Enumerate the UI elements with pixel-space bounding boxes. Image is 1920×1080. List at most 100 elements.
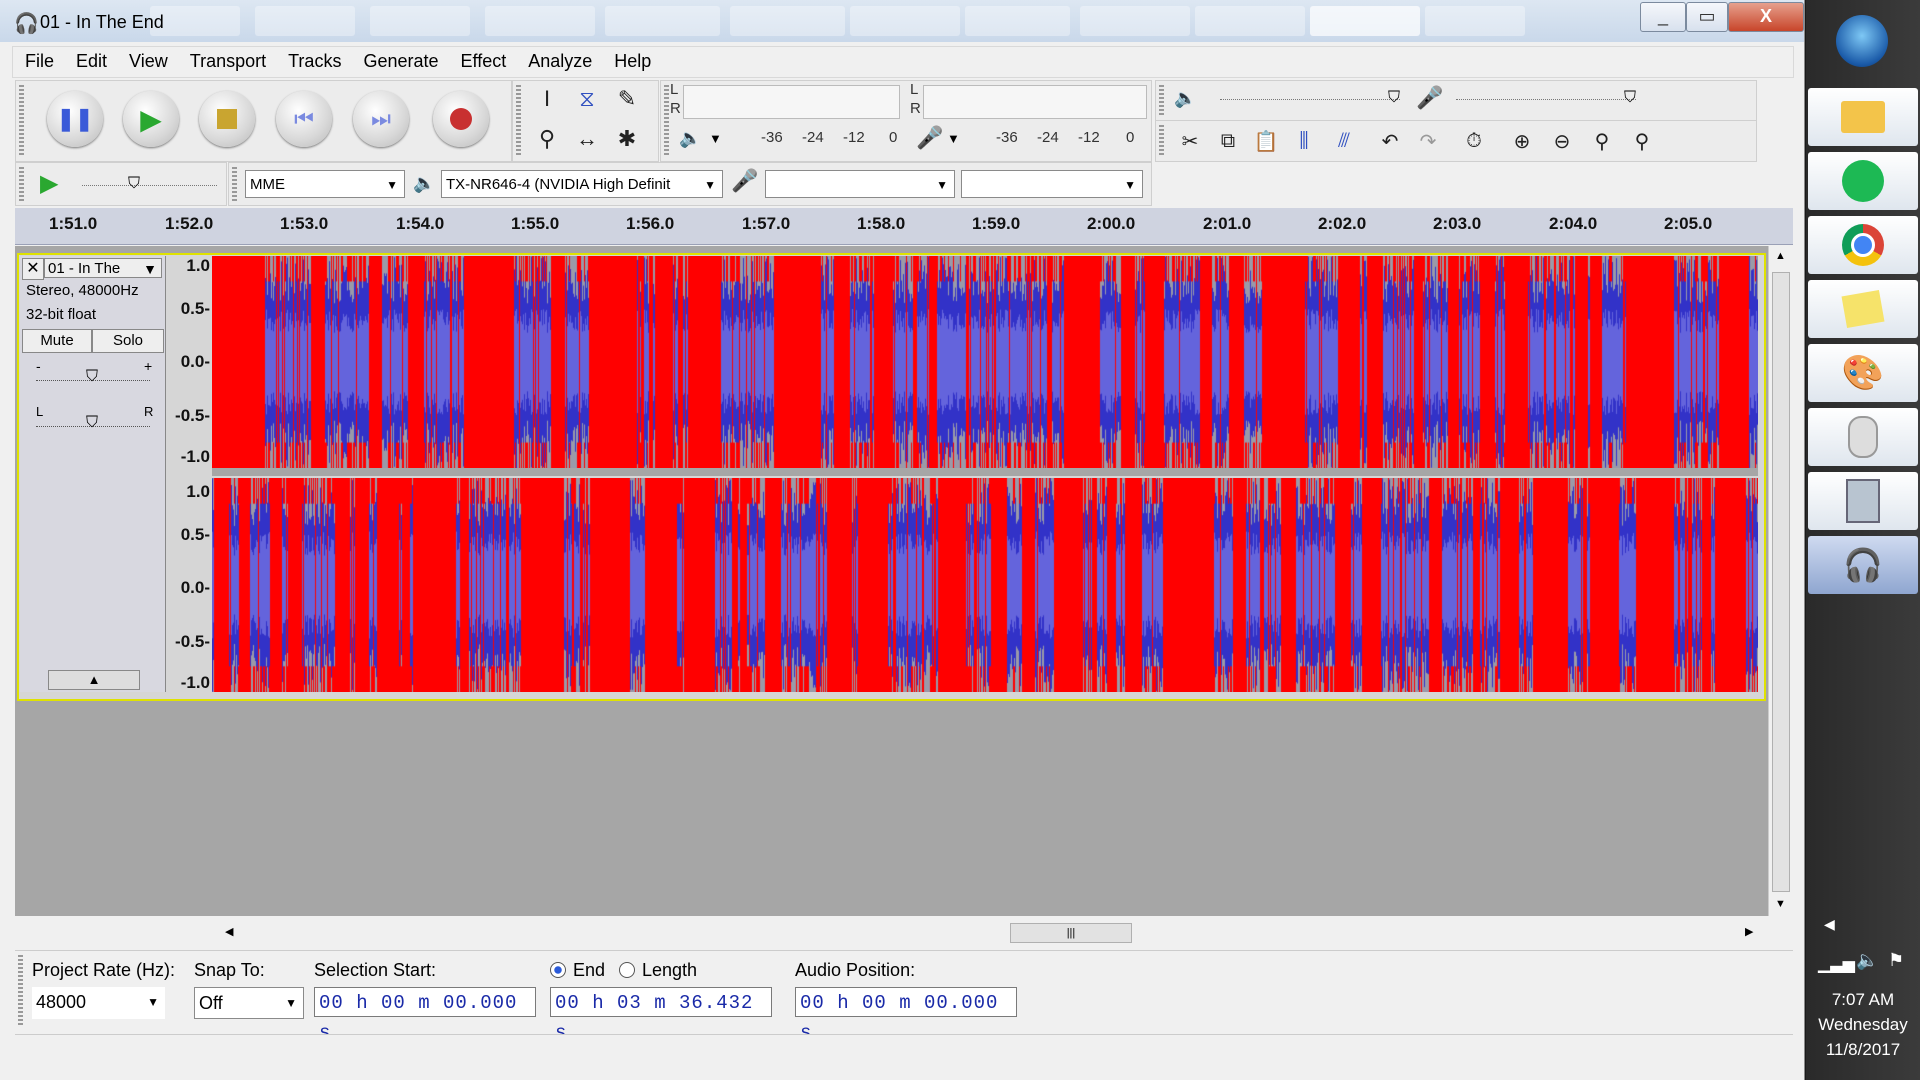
menu-help[interactable]: Help: [602, 47, 661, 72]
trim-icon[interactable]: ⫼: [1288, 125, 1320, 157]
paint-icon[interactable]: 🎨: [1808, 344, 1918, 402]
sticky-notes-icon[interactable]: [1808, 280, 1918, 338]
network-icon[interactable]: ▁▃▅: [1818, 954, 1855, 974]
length-radio[interactable]: [619, 962, 635, 978]
ruler-tick-label: 2:02.0: [1318, 214, 1367, 233]
cut-icon[interactable]: ✂: [1174, 125, 1206, 157]
solo-button[interactable]: Solo: [92, 329, 164, 353]
input-slider-thumb[interactable]: ⛉: [1624, 89, 1636, 107]
silence-icon[interactable]: ⫻: [1328, 125, 1360, 157]
zoom-out-icon[interactable]: ⊖: [1546, 125, 1578, 157]
stop-button[interactable]: [199, 91, 255, 147]
clock-day[interactable]: Wednesday: [1806, 1015, 1920, 1035]
menu-transport[interactable]: Transport: [178, 47, 276, 72]
pan-slider-thumb[interactable]: ⛉: [86, 414, 98, 432]
end-radio[interactable]: [550, 962, 566, 978]
start-orb-icon[interactable]: [1836, 15, 1888, 67]
mute-button[interactable]: Mute: [22, 329, 92, 353]
zoom-in-icon[interactable]: ⊕: [1506, 125, 1538, 157]
play-icon: ▶: [140, 103, 162, 135]
vertical-scroll-thumb[interactable]: [1772, 272, 1790, 892]
input-device-select[interactable]: ▼: [765, 170, 955, 198]
input-channels-select[interactable]: ▼: [961, 170, 1143, 198]
audio-position-field[interactable]: 00 h 00 m 00.000 s: [795, 987, 1017, 1044]
file-explorer-icon[interactable]: [1808, 88, 1918, 146]
undo-icon[interactable]: ↶: [1374, 125, 1406, 157]
multi-tool-icon[interactable]: ✱: [611, 123, 643, 155]
collapse-track-button[interactable]: ▲: [48, 670, 140, 690]
timeshift-tool-icon[interactable]: ↔: [571, 123, 603, 155]
track-close-button[interactable]: ✕: [22, 258, 44, 280]
mouse-icon[interactable]: [1808, 408, 1918, 466]
speed-slider-thumb[interactable]: ⛉: [128, 175, 140, 193]
menu-file[interactable]: File: [13, 47, 64, 72]
clock-date[interactable]: 11/8/2017: [1806, 1040, 1920, 1060]
vertical-scrollbar[interactable]: ▲ ▼: [1768, 246, 1793, 916]
playback-meter-dropdown-icon[interactable]: ▼: [709, 131, 722, 146]
menu-tracks[interactable]: Tracks: [276, 47, 351, 72]
microphone-icon[interactable]: 🎤: [916, 125, 943, 151]
record-button[interactable]: [433, 91, 489, 147]
redo-icon[interactable]: ↷: [1412, 125, 1444, 157]
play-button[interactable]: ▶: [123, 91, 179, 147]
menu-edit[interactable]: Edit: [64, 47, 117, 72]
length-radio-label: Length: [642, 960, 698, 980]
fit-selection-icon[interactable]: ⚲: [1586, 125, 1618, 157]
waveform-left-channel[interactable]: [212, 256, 1758, 468]
volume-icon[interactable]: 🔈: [1856, 950, 1878, 971]
audacity-icon[interactable]: 🎧: [1808, 536, 1918, 594]
gain-slider-thumb[interactable]: ⛉: [86, 368, 98, 386]
end-radio-label: End: [573, 960, 606, 980]
show-hidden-icons-icon[interactable]: ◀: [1824, 916, 1835, 933]
audio-host-select[interactable]: MME ▼: [245, 170, 405, 198]
record-meter-dropdown-icon[interactable]: ▼: [947, 131, 960, 146]
pause-button[interactable]: ❚❚: [47, 91, 103, 147]
calculator-icon[interactable]: [1808, 472, 1918, 530]
envelope-tool-icon[interactable]: ⧖: [571, 83, 603, 115]
output-device-select[interactable]: TX-NR646-4 (NVIDIA High Definit ▼: [441, 170, 723, 198]
action-center-icon[interactable]: ⚑: [1888, 950, 1904, 971]
draw-tool-icon[interactable]: ✎: [611, 83, 643, 115]
output-volume-slider[interactable]: [1220, 99, 1400, 102]
menu-effect[interactable]: Effect: [449, 47, 517, 72]
output-slider-thumb[interactable]: ⛉: [1388, 89, 1400, 107]
scroll-right-icon[interactable]: ▶: [1745, 925, 1753, 938]
timeline-ruler[interactable]: 1:51.0 1:52.0 1:53.0 1:54.0 1:55.0 1:56.…: [15, 208, 1793, 245]
skip-end-button[interactable]: ⏭: [353, 91, 409, 147]
menu-generate[interactable]: Generate: [351, 47, 448, 72]
menu-analyze[interactable]: Analyze: [516, 47, 602, 72]
snap-to-select[interactable]: Off ▼: [194, 987, 304, 1019]
scroll-down-icon[interactable]: ▼: [1775, 898, 1786, 910]
horizontal-scrollbar[interactable]: ◀ ||| ▶: [215, 920, 1765, 946]
speaker-icon[interactable]: 🔈: [679, 128, 701, 149]
chrome-icon[interactable]: [1808, 216, 1918, 274]
scroll-left-icon[interactable]: ◀: [225, 925, 233, 938]
skip-start-button[interactable]: ⏮: [276, 91, 332, 147]
selection-end-field[interactable]: 00 h 03 m 36.432 s: [550, 987, 772, 1044]
fit-project-icon[interactable]: ⚲: [1626, 125, 1658, 157]
playback-meter-bar[interactable]: [683, 85, 900, 119]
horizontal-scroll-thumb[interactable]: |||: [1010, 923, 1132, 943]
scroll-up-icon[interactable]: ▲: [1775, 250, 1786, 262]
clock-time[interactable]: 7:07 AM: [1806, 990, 1920, 1010]
close-button[interactable]: X: [1728, 2, 1804, 32]
maximize-button[interactable]: ▭: [1686, 2, 1728, 32]
selection-start-field[interactable]: 00 h 00 m 00.000 s: [314, 987, 536, 1044]
meter-scale-label: -36: [761, 129, 783, 146]
status-bar: [15, 1034, 1793, 1067]
menu-view[interactable]: View: [117, 47, 178, 72]
waveform-right-channel[interactable]: [212, 478, 1758, 692]
project-rate-select[interactable]: 48000 ▼: [32, 987, 165, 1019]
paste-icon[interactable]: 📋: [1250, 125, 1282, 157]
copy-icon[interactable]: ⧉: [1212, 125, 1244, 157]
sync-lock-icon[interactable]: ⏱: [1458, 125, 1490, 157]
play-at-speed-icon[interactable]: ▶: [40, 169, 58, 198]
spotify-icon[interactable]: [1808, 152, 1918, 210]
zoom-tool-icon[interactable]: ⚲: [531, 123, 563, 155]
minimize-button[interactable]: _: [1640, 2, 1686, 32]
speed-slider[interactable]: [82, 185, 217, 186]
selection-tool-icon[interactable]: I: [531, 83, 563, 115]
input-volume-slider[interactable]: [1456, 99, 1636, 102]
record-meter-bar[interactable]: [923, 85, 1147, 119]
track-name-menu[interactable]: 01 - In The ▼: [44, 258, 162, 278]
